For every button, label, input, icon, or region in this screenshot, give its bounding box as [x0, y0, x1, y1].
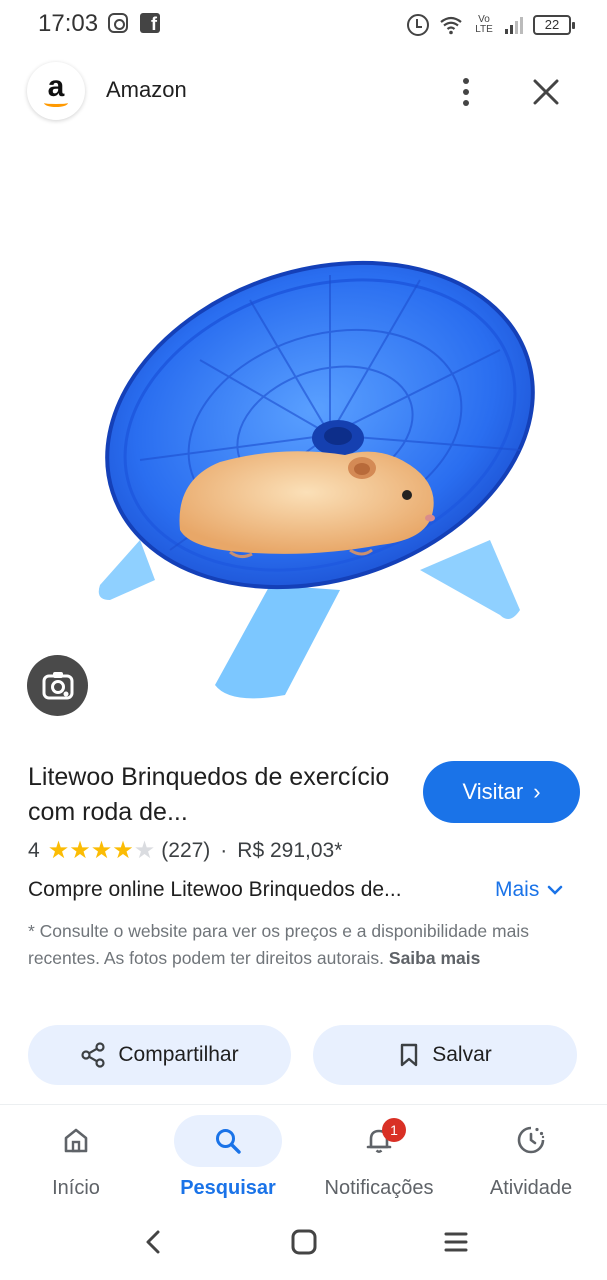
nav-item-notifications[interactable]: 1 Notificações [303, 1113, 455, 1203]
recents-button[interactable] [431, 1222, 481, 1262]
share-label: Compartilhar [118, 1043, 239, 1066]
star-rating: ★ ★ ★ ★ ★ [48, 838, 156, 864]
nav-label: Notificações [324, 1177, 434, 1199]
site-name: Amazon [106, 77, 187, 102]
rating-value: 4 [28, 839, 40, 862]
nav-item-activity[interactable]: Atividade [455, 1113, 607, 1203]
home-square-icon [291, 1229, 317, 1255]
status-bar: 17:03 f Vo LTE 22 [0, 0, 607, 50]
bookmark-icon [401, 1043, 418, 1067]
review-count: (227) [161, 839, 211, 862]
battery-icon: 22 [533, 15, 575, 35]
status-time: 17:03 [38, 10, 99, 37]
recents-icon [444, 1232, 468, 1252]
alarm-icon [407, 14, 429, 36]
dot-icon [463, 100, 469, 106]
product-title[interactable]: Litewoo Brinquedos de exercício com roda… [28, 760, 398, 830]
hamster-wheel-image[interactable] [80, 240, 550, 710]
volte-indicator: Vo LTE [475, 14, 493, 35]
star-filled-icon: ★ [69, 837, 91, 864]
price: R$ 291,03* [237, 839, 343, 862]
signal-icon [505, 16, 523, 34]
save-label: Salvar [432, 1043, 492, 1066]
star-empty-icon: ★ [133, 837, 156, 864]
star-filled-icon: ★ [112, 837, 134, 864]
close-icon [533, 79, 559, 105]
instagram-icon [108, 13, 128, 33]
learn-more-link[interactable]: Saiba mais [389, 948, 480, 968]
nav-label: Atividade [489, 1177, 573, 1199]
share-icon [81, 1042, 105, 1068]
lens-icon [42, 671, 73, 699]
system-navigation-bar [0, 1210, 607, 1280]
dot-icon [463, 78, 469, 84]
separator: · [220, 839, 228, 862]
save-button[interactable]: Salvar [313, 1025, 577, 1085]
google-lens-button[interactable] [27, 655, 88, 716]
rating-row: 4 ★ ★ ★ ★ ★ (227) · R$ 291,03* [28, 838, 342, 864]
facebook-icon: f [140, 13, 160, 33]
nav-label: Início [52, 1177, 100, 1199]
close-button[interactable] [524, 72, 568, 112]
star-filled-icon: ★ [47, 837, 70, 864]
bottom-navigation: Início Pesquisar 1 Notificações Atividad… [0, 1104, 607, 1204]
nav-label: Pesquisar [180, 1177, 276, 1199]
visit-button[interactable]: Visitar › [423, 761, 580, 823]
visit-label: Visitar [462, 779, 524, 804]
more-button[interactable]: Mais [495, 878, 563, 902]
amazon-logo: a [27, 62, 85, 120]
nav-item-search[interactable]: Pesquisar [152, 1113, 304, 1203]
share-button[interactable]: Compartilhar [28, 1025, 291, 1085]
price-disclaimer: * Consulte o website para ver os preços … [28, 918, 568, 972]
more-options-button[interactable] [446, 72, 486, 112]
notification-badge: 1 [382, 1118, 406, 1142]
nav-item-home[interactable]: Início [0, 1113, 152, 1203]
product-description: Compre online Litewoo Brinquedos de... [28, 878, 402, 901]
star-filled-icon: ★ [90, 837, 113, 864]
dot-icon [463, 89, 469, 95]
wifi-icon [440, 16, 462, 35]
activity-icon [517, 1126, 545, 1154]
chevron-right-icon: › [533, 779, 541, 804]
logo-smile-icon [44, 99, 68, 107]
back-button[interactable] [128, 1222, 178, 1262]
home-button[interactable] [279, 1222, 329, 1262]
chevron-down-icon [548, 885, 563, 895]
home-icon [64, 1128, 88, 1153]
result-header: a Amazon [0, 60, 607, 124]
more-label: Mais [495, 878, 540, 901]
search-icon [216, 1129, 241, 1154]
back-icon [146, 1230, 160, 1254]
